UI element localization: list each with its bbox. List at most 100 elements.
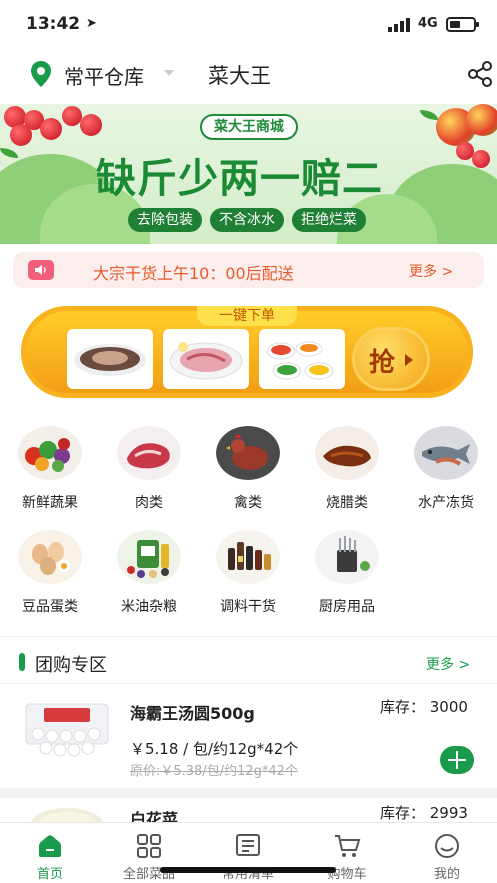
- speaker-icon: [28, 260, 54, 280]
- group-buy-section: 团购专区 更多 > 海霸王汤圆500g 库存： 3000 ￥5.18 / 包/约…: [0, 636, 497, 823]
- location-pin-icon[interactable]: [30, 60, 52, 88]
- cherry-image: [10, 124, 32, 146]
- category-item[interactable]: 肉类: [100, 406, 198, 511]
- group-buy-title: 团购专区: [35, 655, 107, 676]
- one-key-order-section: 一键下单 抢: [0, 296, 497, 406]
- signal-icon: [388, 18, 410, 32]
- vegetable-bowls-image: [266, 341, 334, 380]
- eggs-icon: [18, 530, 82, 584]
- category-item[interactable]: 水产冻货: [397, 406, 495, 511]
- meat-plate-image: [74, 344, 146, 376]
- category-item[interactable]: 豆品蛋类: [1, 510, 99, 615]
- profile-icon: [435, 834, 459, 858]
- list-icon: [236, 834, 260, 856]
- play-arrow-icon: [405, 354, 413, 366]
- condiments-icon: [216, 530, 280, 584]
- leaf-decoration: [420, 110, 438, 120]
- cherry-image: [40, 118, 62, 140]
- product-row[interactable]: 海霸王汤圆500g 库存： 3000 ￥5.18 / 包/约12g*42个 原价…: [0, 684, 497, 788]
- kitchenware-icon: [315, 530, 379, 584]
- divider: [0, 788, 497, 798]
- tab-common-list[interactable]: 常用清单: [198, 823, 298, 883]
- poultry-icon: [216, 426, 280, 480]
- promo-banner[interactable]: 菜大王商城 缺斤少两一赔二 去除包装 不含冰水 拒绝烂菜: [0, 104, 497, 244]
- banner-pill: 不含冰水: [210, 208, 284, 232]
- tab-cart[interactable]: 购物车: [297, 823, 397, 883]
- brand-title: 菜大王: [208, 64, 271, 88]
- pork-slices-image: [169, 342, 243, 380]
- home-indicator: [160, 867, 336, 873]
- leaf-decoration: [0, 148, 18, 158]
- grid-icon: [137, 834, 161, 858]
- notice-bar[interactable]: 大宗干货上午10：00后配送 更多 >: [13, 252, 484, 288]
- chevron-down-icon[interactable]: [164, 70, 174, 76]
- clock: 13:42: [26, 14, 81, 34]
- roast-meat-icon: [315, 426, 379, 480]
- category-item[interactable]: 调料干货: [199, 510, 297, 615]
- tab-all-dishes[interactable]: 全部菜品: [99, 823, 199, 883]
- status-bar: 13:42 ➤ 4G: [0, 0, 497, 48]
- one-key-order-card[interactable]: 一键下单 抢: [21, 306, 473, 398]
- apple-image: [466, 104, 497, 136]
- warehouse-selector[interactable]: 常平仓库: [64, 61, 144, 90]
- bottom-tab-bar: 首页 全部菜品 常用清单 购物车 我的: [0, 822, 497, 883]
- category-label: 厨房用品: [319, 599, 375, 615]
- grab-label: 抢: [369, 348, 396, 378]
- product-price: ￥5.18 / 包/约12g*42个: [130, 740, 299, 758]
- category-item[interactable]: 烧腊类: [298, 406, 396, 511]
- category-item[interactable]: 米油杂粮: [100, 510, 198, 615]
- tab-profile[interactable]: 我的: [397, 823, 497, 883]
- category-item[interactable]: 厨房用品: [298, 510, 396, 615]
- cauliflower-product-image: [31, 808, 103, 823]
- product-original-price: 原价:￥5.38/包/约12g*42个: [130, 764, 298, 779]
- one-key-order-title: 一键下单: [197, 306, 297, 326]
- add-to-cart-button[interactable]: [440, 746, 474, 774]
- cart-icon: [335, 835, 361, 857]
- group-buy-more-link[interactable]: 更多 >: [426, 654, 470, 674]
- product-thumbnail[interactable]: [259, 329, 345, 389]
- group-buy-header: 团购专区 更多 >: [0, 637, 497, 683]
- product-thumbnail[interactable]: [163, 329, 249, 389]
- category-item[interactable]: 禽类: [199, 406, 297, 511]
- product-name: 海霸王汤圆500g: [130, 704, 255, 723]
- notice-text: 大宗干货上午10：00后配送: [93, 264, 294, 283]
- seafood-icon: [414, 426, 478, 480]
- tangyuan-product-image: [25, 703, 109, 757]
- top-header: 常平仓库 菜大王: [0, 48, 497, 104]
- grab-button[interactable]: 抢: [355, 330, 427, 388]
- category-label: 禽类: [234, 495, 262, 511]
- tab-home[interactable]: 首页: [0, 823, 100, 883]
- shop-tag: 菜大王商城: [200, 114, 298, 140]
- product-stock: 库存： 3000: [380, 698, 468, 716]
- network-label: 4G: [418, 16, 438, 31]
- category-label: 水产冻货: [418, 495, 474, 511]
- product-stock: 库存： 2993: [380, 804, 468, 822]
- category-label: 肉类: [135, 495, 163, 511]
- banner-pills: 去除包装 不含冰水 拒绝烂菜: [128, 208, 366, 232]
- notice-more-link[interactable]: 更多 >: [409, 261, 453, 281]
- category-label: 新鲜蔬果: [22, 495, 78, 511]
- category-label: 调料干货: [220, 599, 276, 615]
- cherry-image: [62, 106, 82, 126]
- rice-oil-icon: [117, 530, 181, 584]
- category-label: 豆品蛋类: [22, 599, 78, 615]
- category-item[interactable]: 新鲜蔬果: [1, 406, 99, 511]
- home-icon: [39, 835, 61, 857]
- notice-section: 大宗干货上午10：00后配送 更多 >: [0, 244, 497, 296]
- category-label: 烧腊类: [326, 495, 368, 511]
- cherry-image: [472, 150, 490, 168]
- share-icon[interactable]: [466, 60, 494, 88]
- tab-label: 首页: [36, 867, 63, 882]
- product-name: 白花菜: [130, 810, 179, 823]
- banner-pill: 去除包装: [128, 208, 202, 232]
- meat-icon: [117, 426, 181, 480]
- product-row[interactable]: 白花菜 库存： 2993: [0, 798, 497, 823]
- battery-icon: [446, 17, 479, 32]
- product-thumbnail[interactable]: [67, 329, 153, 389]
- tab-label: 我的: [433, 867, 460, 882]
- section-marker: [19, 653, 25, 671]
- banner-slogan: 缺斤少两一赔二: [96, 156, 383, 202]
- cherry-image: [80, 114, 102, 136]
- location-arrow-icon: ➤: [86, 16, 97, 31]
- vegetables-icon: [18, 426, 82, 480]
